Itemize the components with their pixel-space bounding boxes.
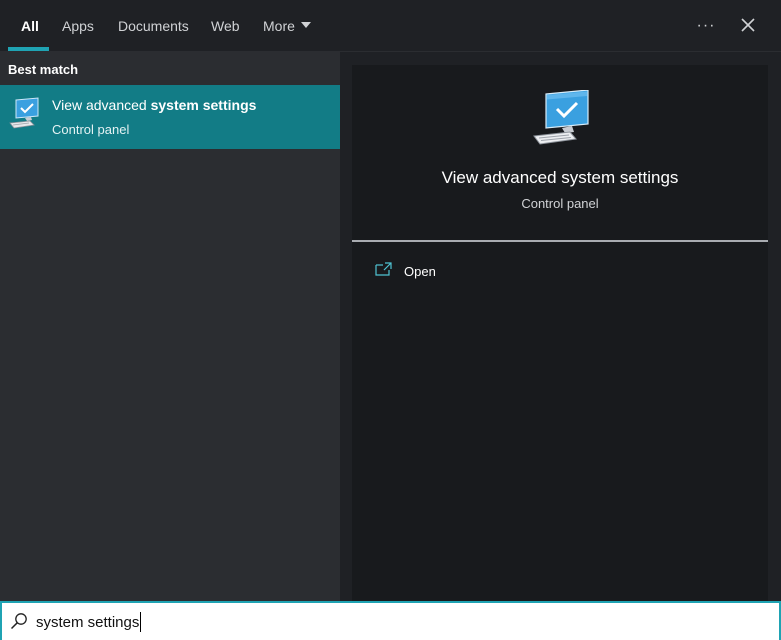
result-title-highlight: system settings	[150, 97, 257, 113]
result-title: View advanced system settings	[52, 97, 256, 113]
computer-monitor-check-icon	[533, 90, 589, 145]
tab-apps[interactable]: Apps	[62, 0, 94, 52]
windows-search-panel: All Apps Documents Web More ··· Best mat…	[0, 0, 781, 640]
search-tab-bar: All Apps Documents Web More ···	[0, 0, 781, 52]
active-tab-indicator	[8, 47, 49, 51]
search-box[interactable]	[0, 601, 781, 640]
preview-pane-edge	[768, 52, 781, 601]
preview-pane: View advanced system settings Control pa…	[352, 65, 768, 601]
preview-separator	[352, 240, 768, 242]
text-cursor	[140, 612, 141, 632]
tab-more-label: More	[263, 18, 295, 34]
close-icon[interactable]	[731, 8, 765, 44]
tab-all[interactable]: All	[21, 0, 39, 52]
tab-web[interactable]: Web	[211, 0, 240, 52]
computer-monitor-check-icon	[9, 97, 39, 129]
results-pane: Best match View advanced system settings…	[0, 52, 340, 601]
result-subtitle: Control panel	[52, 122, 130, 137]
search-icon	[10, 613, 27, 630]
open-label: Open	[404, 264, 436, 279]
close-glyph	[741, 18, 755, 32]
best-match-header: Best match	[8, 62, 79, 77]
open-action[interactable]: Open	[368, 259, 568, 283]
chevron-down-icon	[300, 22, 311, 29]
ellipsis-icon[interactable]: ···	[689, 8, 723, 44]
open-window-icon	[375, 262, 392, 276]
result-item-view-advanced-system-settings[interactable]: View advanced system settings Control pa…	[0, 85, 340, 149]
result-title-prefix: View advanced	[52, 97, 151, 113]
search-input[interactable]	[36, 607, 736, 637]
tab-more[interactable]: More	[263, 0, 311, 52]
preview-subtitle: Control panel	[521, 196, 599, 211]
preview-title: View advanced system settings	[441, 168, 679, 187]
tab-documents[interactable]: Documents	[118, 0, 189, 52]
pane-divider	[340, 52, 352, 601]
